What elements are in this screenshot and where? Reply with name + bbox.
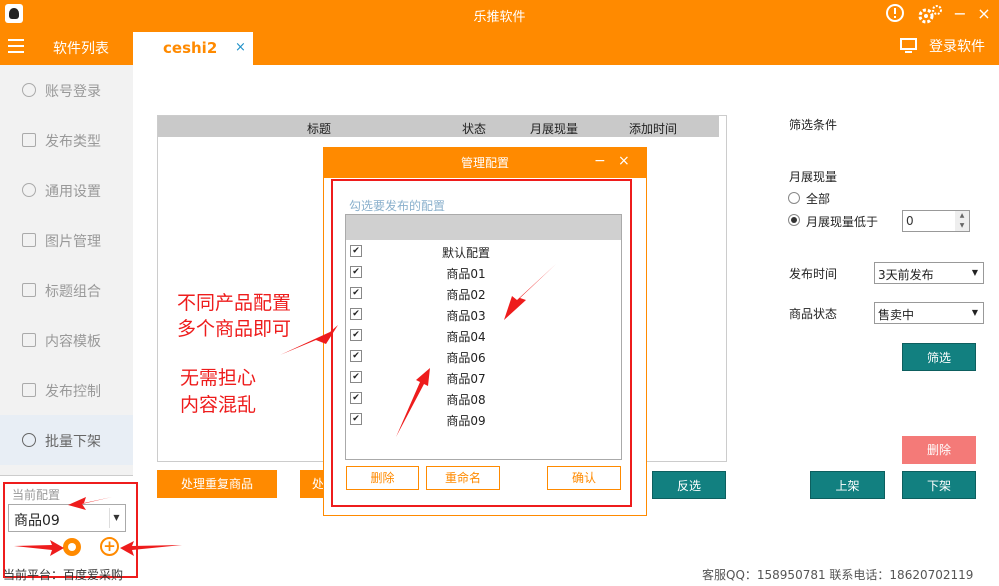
radio-below[interactable] xyxy=(788,214,800,226)
dialog-delete-button[interactable]: 删除 xyxy=(346,466,419,490)
process-duplicates-button[interactable]: 处理重复商品 xyxy=(157,470,277,498)
sidebar-item-publish-control[interactable]: 发布控制 xyxy=(0,365,133,415)
menu-icon[interactable] xyxy=(8,39,24,53)
config-list[interactable]: ✔ 默认配置 ✔ 商品01 ✔ 商品02 ✔ 商品03 ✔ 商品04 ✔ 商品06 ✔ 商品0… xyxy=(345,214,622,460)
table-header: 标题 状态 月展现量 添加时间 xyxy=(158,116,719,137)
checkbox[interactable]: ✔ xyxy=(350,266,362,278)
product-status-select[interactable]: 售卖中 ▼ xyxy=(874,302,984,324)
radio-below-label: 月展现量低于 xyxy=(806,215,879,229)
checkbox[interactable]: ✔ xyxy=(350,413,362,425)
sidebar-item-publish-type[interactable]: 发布类型 xyxy=(0,115,133,165)
current-config-label: 当前配置 xyxy=(12,488,61,502)
column-header-added: 添加时间 xyxy=(629,122,678,136)
checkbox[interactable]: ✔ xyxy=(350,350,362,362)
filter-button[interactable]: 筛选 xyxy=(902,343,976,371)
image-icon xyxy=(22,233,36,247)
sidebar-divider xyxy=(0,475,133,476)
list-item[interactable]: ✔ 商品07 xyxy=(346,367,621,388)
annotation-line-4: 内容混乱 xyxy=(180,394,257,416)
user-icon xyxy=(22,83,36,97)
filter-title: 筛选条件 xyxy=(789,118,838,132)
spinner-up-icon[interactable]: ▲ xyxy=(955,211,969,221)
list-on-button[interactable]: 上架 xyxy=(810,471,885,499)
contact-info: 客服QQ：158950781 联系电话：18620702119 xyxy=(702,568,974,582)
checkbox[interactable]: ✔ xyxy=(350,287,362,299)
list-item[interactable]: ✔ 商品03 xyxy=(346,304,621,325)
column-header-status: 状态 xyxy=(462,122,487,136)
current-platform: 当前平台：百度爱采购 xyxy=(3,568,124,582)
monitor-icon xyxy=(900,38,917,53)
annotation-line-1: 不同产品配置 xyxy=(177,292,292,314)
list-off-button[interactable]: 下架 xyxy=(902,471,976,499)
publish-time-select[interactable]: 3天前发布 ▼ xyxy=(874,262,984,284)
list-item[interactable]: ✔ 商品02 xyxy=(346,283,621,304)
column-header-monthly: 月展现量 xyxy=(530,122,579,136)
list-item[interactable]: ✔ 默认配置 xyxy=(346,241,621,262)
sidebar-item-title-combo[interactable]: 标题组合 xyxy=(0,265,133,315)
checkbox[interactable]: ✔ xyxy=(350,392,362,404)
tab-label: ceshi2 xyxy=(163,39,218,57)
publish-time-label: 发布时间 xyxy=(789,267,838,281)
send-icon xyxy=(22,383,36,397)
dialog-title-bar: 管理配置 − × xyxy=(324,148,646,178)
list-item[interactable]: ✔ 商品04 xyxy=(346,325,621,346)
checkbox[interactable]: ✔ xyxy=(350,371,362,383)
checkbox[interactable]: ✔ xyxy=(350,308,362,320)
chevron-down-icon: ▼ xyxy=(971,268,979,277)
settings-gears-icon[interactable] xyxy=(917,3,943,25)
list-item[interactable]: ✔ 商品01 xyxy=(346,262,621,283)
column-header-title: 标题 xyxy=(307,122,332,136)
software-list-link[interactable]: 软件列表 xyxy=(53,38,109,58)
search-icon xyxy=(22,433,36,447)
dialog-confirm-button[interactable]: 确认 xyxy=(547,466,621,490)
dialog-rename-button[interactable]: 重命名 xyxy=(426,466,500,490)
dialog-close-icon[interactable]: × xyxy=(618,153,630,169)
annotation-line-2: 多个商品即可 xyxy=(177,318,292,340)
annotation-line-3: 无需担心 xyxy=(180,367,257,389)
chevron-down-icon: ▼ xyxy=(109,508,123,528)
monthly-views-spinner[interactable]: 0 ▲ ▼ xyxy=(902,210,970,232)
sidebar: 账号登录 发布类型 通用设置 图片管理 标题组合 内容模板 发布控制 批量下架 xyxy=(0,65,133,475)
info-icon[interactable] xyxy=(884,3,906,25)
title-bar: 乐推软件 − × xyxy=(0,0,999,28)
minimize-icon[interactable]: − xyxy=(950,3,970,25)
list-item[interactable]: ✔ 商品08 xyxy=(346,388,621,409)
chevron-down-icon: ▼ xyxy=(971,308,979,317)
spinner-down-icon[interactable]: ▼ xyxy=(955,221,969,231)
sidebar-item-batch-delist[interactable]: 批量下架 xyxy=(0,415,133,465)
list-item[interactable]: ✔ 商品09 xyxy=(346,409,621,430)
login-label: 登录软件 xyxy=(929,39,985,55)
invert-selection-button[interactable]: 反选 xyxy=(652,471,726,499)
sidebar-item-image-manage[interactable]: 图片管理 xyxy=(0,215,133,265)
dialog-hint: 勾选要发布的配置 xyxy=(349,199,446,213)
document-icon xyxy=(22,283,36,297)
product-status-label: 商品状态 xyxy=(789,307,838,321)
radio-all[interactable] xyxy=(788,192,800,204)
delete-button[interactable]: 删除 xyxy=(902,436,976,464)
close-icon[interactable]: × xyxy=(974,3,994,25)
tab-close-icon[interactable]: × xyxy=(235,40,246,55)
list-item[interactable]: ✔ 商品06 xyxy=(346,346,621,367)
tab-ceshi2[interactable]: ceshi2 × xyxy=(133,32,253,65)
window-title: 乐推软件 xyxy=(473,10,526,25)
monthly-views-label: 月展现量 xyxy=(789,170,838,184)
list-icon xyxy=(22,133,36,147)
sidebar-item-general-settings[interactable]: 通用设置 xyxy=(0,165,133,215)
current-config-select[interactable]: 商品09 ▼ xyxy=(8,504,126,532)
sidebar-item-account-login[interactable]: 账号登录 xyxy=(0,65,133,115)
sidebar-item-content-template[interactable]: 内容模板 xyxy=(0,315,133,365)
partial-orange-button[interactable]: 处 xyxy=(300,470,324,498)
radio-all-label: 全部 xyxy=(806,192,831,206)
config-settings-icon[interactable] xyxy=(63,538,81,556)
gear-icon xyxy=(22,183,36,197)
add-config-icon[interactable]: + xyxy=(100,537,119,556)
dialog-minimize-icon[interactable]: − xyxy=(594,153,606,169)
config-list-header xyxy=(346,215,621,240)
tab-bar: 软件列表 ceshi2 × 登录软件 xyxy=(0,28,999,65)
template-icon xyxy=(22,333,36,347)
checkbox[interactable]: ✔ xyxy=(350,329,362,341)
checkbox[interactable]: ✔ xyxy=(350,245,362,257)
